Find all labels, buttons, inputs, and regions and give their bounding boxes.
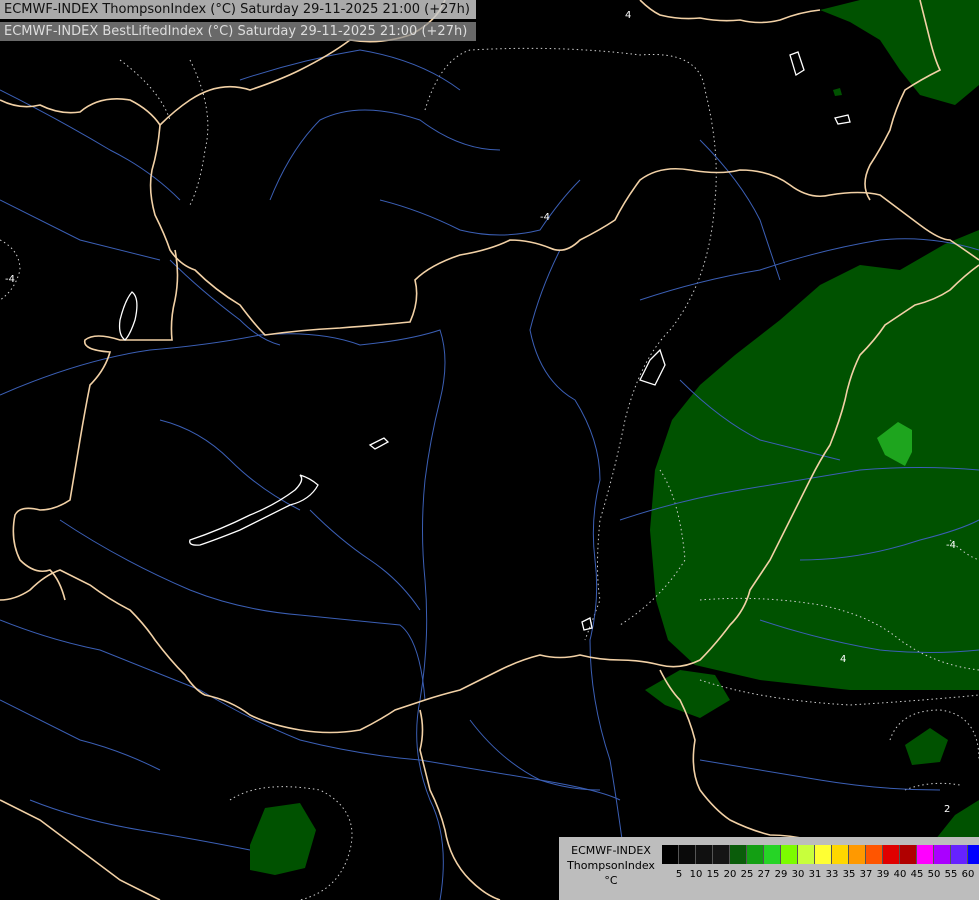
legend-swatch bbox=[679, 845, 696, 864]
legend-tick-label: 60 bbox=[961, 869, 975, 880]
river-drava bbox=[59, 519, 426, 701]
border-austria-west bbox=[12, 249, 179, 601]
legend-swatch bbox=[730, 845, 747, 864]
lake-east bbox=[834, 114, 851, 125]
river-tisza bbox=[529, 249, 631, 900]
river-sw-1 bbox=[0, 699, 161, 771]
legend-swatch bbox=[798, 845, 815, 864]
legend-swatch bbox=[951, 845, 968, 864]
lake-balaton bbox=[189, 474, 319, 546]
river-north-3 bbox=[379, 179, 581, 236]
river-north-2 bbox=[269, 109, 501, 201]
thompson-index-areas bbox=[250, 0, 979, 900]
contour-9 bbox=[904, 782, 961, 791]
contour-label: -4 bbox=[5, 274, 15, 285]
river-west-2 bbox=[0, 199, 161, 261]
lake-velence bbox=[368, 437, 390, 450]
contour-4 bbox=[0, 239, 21, 301]
green-area-east bbox=[650, 230, 979, 690]
contour-label: 4 bbox=[840, 654, 846, 665]
legend-swatch bbox=[883, 845, 900, 864]
legend-swatch bbox=[781, 845, 798, 864]
contour-label: -4 bbox=[540, 212, 550, 223]
legend-swatch bbox=[662, 845, 679, 864]
legend-swatch bbox=[917, 845, 934, 864]
legend-swatch bbox=[764, 845, 781, 864]
color-legend: ECMWF-INDEX ThompsonIndex °C 5 10 15 20 25 27… bbox=[559, 837, 979, 900]
legend-unit: °C bbox=[604, 874, 618, 887]
contour-label: 4 bbox=[625, 10, 631, 21]
river-south-2 bbox=[699, 759, 941, 791]
lake-neusiedl bbox=[118, 291, 138, 341]
river-sw-2 bbox=[29, 799, 251, 851]
river-west-3 bbox=[169, 259, 281, 346]
legend-swatch bbox=[849, 845, 866, 864]
river-raba bbox=[159, 419, 301, 511]
contour-label: 2 bbox=[944, 804, 950, 815]
legend-swatch bbox=[968, 845, 979, 864]
green-area-southeast-lobe bbox=[645, 670, 730, 718]
legend-swatch bbox=[934, 845, 951, 864]
legend-swatch bbox=[900, 845, 917, 864]
contour-label: -4 bbox=[946, 540, 956, 551]
lake-tisza bbox=[639, 348, 666, 386]
map-title-thompson: ECMWF-INDEX ThompsonIndex (°C) Saturday … bbox=[0, 0, 476, 19]
legend-swatch bbox=[713, 845, 730, 864]
river-danube bbox=[0, 329, 446, 900]
legend-label: ECMWF-INDEX ThompsonIndex °C bbox=[561, 843, 661, 888]
map-stage: -4 4 -4 -4 4 -4 2 ECMWF-INDEX ThompsonIn… bbox=[0, 0, 979, 900]
legend-model: ECMWF-INDEX bbox=[571, 844, 651, 857]
green-area-southwest bbox=[250, 803, 316, 875]
green-area-northeast bbox=[820, 0, 979, 105]
legend-swatch bbox=[866, 845, 883, 864]
border-top-east bbox=[639, 0, 821, 24]
green-area-south-center bbox=[905, 728, 948, 765]
lake-ne bbox=[789, 51, 805, 77]
rivers bbox=[0, 49, 979, 900]
legend-swatch bbox=[815, 845, 832, 864]
river-east-1 bbox=[699, 139, 781, 281]
river-north-1 bbox=[239, 49, 461, 91]
contour-1 bbox=[189, 59, 209, 206]
lake-south bbox=[581, 617, 593, 631]
legend-swatch bbox=[747, 845, 764, 864]
legend-swatch bbox=[832, 845, 849, 864]
border-south-west bbox=[0, 799, 161, 900]
contour-2 bbox=[119, 59, 171, 121]
green-area-northeast-dot bbox=[833, 88, 842, 96]
legend-swatch bbox=[696, 845, 713, 864]
river-sio bbox=[309, 509, 421, 611]
map-title-lifted: ECMWF-INDEX BestLiftedIndex (°C) Saturda… bbox=[0, 22, 476, 41]
legend-parameter: ThompsonIndex bbox=[567, 859, 655, 872]
weather-map[interactable]: -4 4 -4 -4 4 -4 2 bbox=[0, 0, 979, 900]
